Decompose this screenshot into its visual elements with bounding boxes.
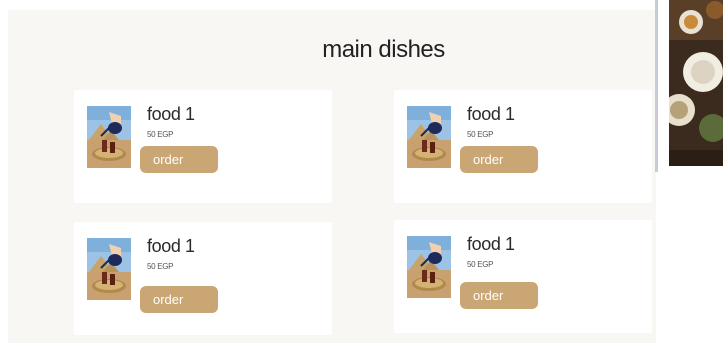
- section-title: main dishes: [0, 36, 723, 64]
- dish-card: food 1 50 EGP order: [394, 220, 652, 333]
- dish-name: food 1: [147, 236, 195, 256]
- dish-price: 50 EGP: [467, 130, 494, 139]
- dish-name: food 1: [147, 104, 195, 124]
- dish-price: 50 EGP: [147, 262, 174, 271]
- dish-image: [407, 236, 451, 298]
- side-food-photo: [669, 0, 723, 166]
- order-button[interactable]: order: [460, 282, 538, 309]
- dish-image: [87, 238, 131, 300]
- dish-card: food 1 50 EGP order: [394, 90, 652, 203]
- order-button[interactable]: order: [140, 146, 218, 173]
- section-title-text: main dishes: [322, 36, 445, 63]
- dish-price: 50 EGP: [147, 130, 174, 139]
- scrollbar[interactable]: [655, 0, 658, 172]
- dish-name: food 1: [467, 104, 515, 124]
- dish-name: food 1: [467, 234, 515, 254]
- dish-card: food 1 50 EGP order: [74, 222, 332, 335]
- dish-card: food 1 50 EGP order: [74, 90, 332, 203]
- order-button[interactable]: order: [140, 286, 218, 313]
- menu-page: main dishes food 1 50 EGP order food 1 5…: [0, 0, 723, 347]
- order-button[interactable]: order: [460, 146, 538, 173]
- dish-image: [87, 106, 131, 168]
- dish-price: 50 EGP: [467, 260, 494, 269]
- dish-image: [407, 106, 451, 168]
